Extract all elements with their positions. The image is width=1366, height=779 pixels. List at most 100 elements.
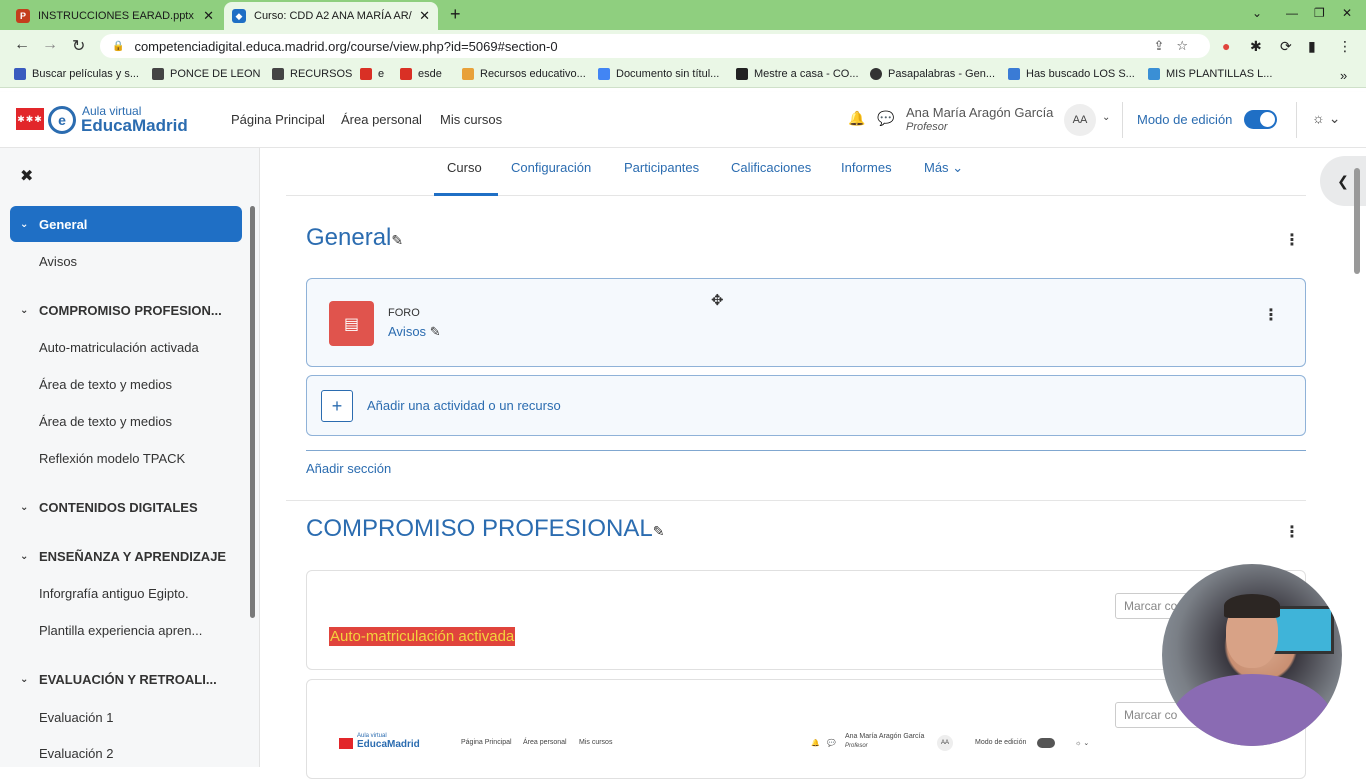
user-name[interactable]: Ana María Aragón García: [906, 105, 1053, 120]
restore-icon[interactable]: ❐: [1314, 6, 1325, 20]
bookmark-item[interactable]: Pasapalabras - Gen...: [870, 68, 995, 80]
address-bar-row: ← → ↻ 🔒 competenciadigital.educa.madrid.…: [0, 30, 1366, 62]
chevron-down-icon[interactable]: ⌄: [20, 502, 28, 513]
index-section-evaluacion[interactable]: ⌄ EVALUACIÓN Y RETROALI...: [10, 661, 242, 697]
close-tab-icon[interactable]: ✕: [203, 8, 214, 24]
embedded-nav: Área personal: [523, 739, 567, 746]
section-menu-icon[interactable]: ⋮: [1284, 522, 1300, 542]
add-section-link[interactable]: Añadir sección: [306, 461, 391, 476]
tab-mas[interactable]: Más ⌄: [924, 160, 963, 176]
tab-participantes[interactable]: Participantes: [624, 160, 699, 175]
bookmarks-bar: Buscar películas y s... PONCE DE LEON RE…: [0, 62, 1366, 88]
tab-configuracion[interactable]: Configuración: [511, 160, 591, 175]
page-scrollbar[interactable]: [1354, 168, 1360, 274]
theme-settings-icon[interactable]: ☼ ⌄: [1312, 110, 1340, 127]
minimize-icon[interactable]: —: [1286, 6, 1298, 20]
nav-pagina-principal[interactable]: Página Principal: [231, 112, 325, 127]
close-icon[interactable]: ✖: [20, 166, 33, 186]
sidepanel-icon[interactable]: ▮: [1308, 38, 1316, 55]
index-item-avisos[interactable]: Avisos: [10, 243, 242, 279]
bookmark-item[interactable]: RECURSOS: [272, 68, 352, 80]
chevron-down-icon[interactable]: ⌄: [20, 305, 28, 316]
index-section-general[interactable]: ⌄ General: [10, 206, 242, 242]
madrid-flag-logo: ✱✱✱: [16, 108, 44, 130]
close-tab-icon[interactable]: ✕: [419, 8, 430, 24]
index-item-tpack[interactable]: Reflexión modelo TPACK: [10, 440, 242, 476]
index-item-evaluacion-2[interactable]: Evaluación 2: [10, 735, 242, 771]
index-item-infografia[interactable]: Inforgrafía antiguo Egipto.: [10, 575, 242, 611]
index-section-compromiso[interactable]: ⌄ COMPROMISO PROFESION...: [10, 292, 242, 328]
bookmark-item[interactable]: Buscar películas y s...: [14, 68, 139, 80]
tab-calificaciones[interactable]: Calificaciones: [731, 160, 811, 175]
drawer-scrollbar[interactable]: [250, 206, 255, 618]
activity-card-forum[interactable]: ▤ FORO Avisos ✎ ✥ ⋮: [306, 278, 1306, 367]
menu-icon[interactable]: ⋮: [1338, 38, 1352, 55]
browser-tab-course[interactable]: ◆ Curso: CDD A2 ANA MARÍA AR/ ✕: [224, 2, 438, 30]
edit-pencil-icon[interactable]: ✎: [391, 232, 403, 248]
bookmark-item[interactable]: Recursos educativo...: [462, 68, 586, 80]
logo-title[interactable]: EducaMadrid: [81, 116, 188, 136]
nav-area-personal[interactable]: Área personal: [341, 112, 422, 127]
add-plus-icon[interactable]: +: [321, 390, 353, 422]
index-item-automatriculacion[interactable]: Auto-matriculación activada: [10, 329, 242, 365]
move-icon[interactable]: ✥: [711, 291, 724, 309]
index-item-area-texto-2[interactable]: Área de texto y medios: [10, 403, 242, 439]
chevron-down-icon: ⌄: [952, 160, 964, 175]
bookmark-item[interactable]: MIS PLANTILLAS L...: [1148, 68, 1272, 80]
tab-label: INSTRUCCIONES EARAD.pptx: [38, 10, 194, 22]
extension-icon[interactable]: ●: [1222, 38, 1230, 54]
avatar[interactable]: AA: [1064, 104, 1096, 136]
puzzle-icon[interactable]: ✱: [1250, 38, 1262, 55]
course-index-drawer: ✖ ⌄ General Avisos ⌄ COMPROMISO PROFESION.…: [0, 148, 260, 767]
bookmark-item[interactable]: PONCE DE LEON: [152, 68, 260, 80]
edit-pencil-icon[interactable]: ✎: [653, 523, 665, 539]
activity-card-embedded-image[interactable]: Marcar co Aula virtual EducaMadrid Página…: [306, 679, 1306, 779]
messages-chat-icon[interactable]: 💬: [877, 110, 894, 127]
add-activity-card[interactable]: + Añadir una actividad o un recurso: [306, 375, 1306, 436]
share-star-icons[interactable]: ⇪☆: [1153, 38, 1200, 54]
chevron-down-icon[interactable]: ⌄: [20, 219, 28, 230]
bookmark-item[interactable]: Mestre a casa - CO...: [736, 68, 859, 80]
sync-icon[interactable]: ⟳: [1280, 38, 1292, 55]
add-activity-label[interactable]: Añadir una actividad o un recurso: [367, 398, 561, 413]
chevron-down-icon[interactable]: ⌄: [20, 551, 28, 562]
activity-name-link[interactable]: Avisos ✎: [388, 324, 441, 340]
activity-card-label[interactable]: Marcar co Auto-matriculación activada: [306, 570, 1306, 670]
index-item-plantilla[interactable]: Plantilla experiencia apren...: [10, 612, 242, 648]
new-tab-button[interactable]: +: [450, 4, 461, 25]
embedded-toggle: [1037, 738, 1055, 748]
index-section-contenidos[interactable]: ⌄ CONTENIDOS DIGITALES: [10, 489, 242, 525]
nav-mis-cursos[interactable]: Mis cursos: [440, 112, 502, 127]
bookmark-item[interactable]: e: [360, 68, 384, 80]
tab-informes[interactable]: Informes: [841, 160, 892, 175]
edit-pencil-icon[interactable]: ✎: [430, 324, 441, 339]
activity-type: FORO: [388, 307, 420, 319]
bookmark-item[interactable]: Documento sin títul...: [598, 68, 719, 80]
forward-icon[interactable]: →: [42, 36, 58, 54]
index-section-ensenanza[interactable]: ⌄ ENSEÑANZA Y APRENDIZAJE: [10, 538, 242, 574]
tab-curso[interactable]: Curso: [447, 160, 482, 175]
activity-menu-icon[interactable]: ⋮: [1263, 305, 1279, 325]
edit-mode-toggle[interactable]: [1244, 110, 1277, 129]
index-item-area-texto[interactable]: Área de texto y medios: [10, 366, 242, 402]
browser-tab-pptx[interactable]: P INSTRUCCIONES EARAD.pptx ✕: [8, 2, 222, 30]
back-icon[interactable]: ←: [14, 36, 30, 54]
notifications-bell-icon[interactable]: 🔔: [848, 110, 865, 127]
tab-search-icon[interactable]: ⌄: [1252, 6, 1262, 20]
embedded-user-role: Profesor: [845, 743, 868, 749]
section-title-general[interactable]: General✎: [306, 224, 403, 252]
more-bookmarks-icon[interactable]: »: [1340, 68, 1347, 83]
embedded-nav: Mis cursos: [579, 739, 613, 746]
bookmark-item[interactable]: esde: [400, 68, 442, 80]
chevron-down-icon[interactable]: ⌄: [1102, 112, 1110, 123]
bookmark-item[interactable]: Has buscado LOS S...: [1008, 68, 1135, 80]
section-title-compromiso[interactable]: COMPROMISO PROFESIONAL✎: [306, 515, 664, 543]
reload-icon[interactable]: ↻: [72, 36, 85, 56]
index-item-evaluacion-1[interactable]: Evaluación 1: [10, 699, 242, 735]
url-text: competenciadigital.educa.madrid.org/cour…: [134, 38, 558, 54]
close-window-icon[interactable]: ✕: [1342, 6, 1352, 20]
section-menu-icon[interactable]: ⋮: [1284, 230, 1300, 250]
educamadrid-logo-icon[interactable]: e: [48, 106, 76, 134]
url-input[interactable]: 🔒 competenciadigital.educa.madrid.org/co…: [100, 34, 1210, 58]
chevron-down-icon[interactable]: ⌄: [20, 674, 28, 685]
